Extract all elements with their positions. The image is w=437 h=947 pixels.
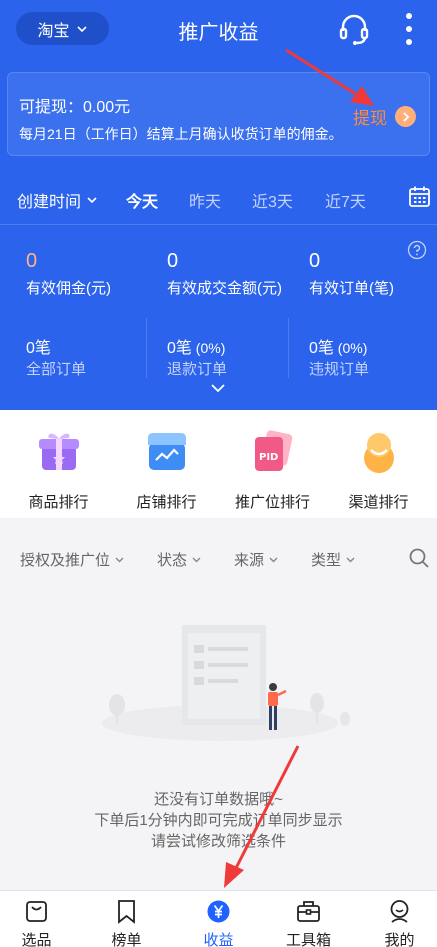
bag-icon	[26, 901, 47, 922]
tab-earnings-label: 收益	[203, 932, 234, 947]
pid-ranking-label: 推广位排行	[234, 494, 310, 511]
commission-label: 有效佣金(元)	[26, 280, 111, 297]
store-ranking-label: 店铺排行	[136, 494, 197, 511]
empty-state-illustration	[102, 625, 350, 741]
divider	[146, 318, 147, 378]
tab-profile-label: 我的	[384, 932, 415, 947]
empty-state-hint: 下单后1分钟内即可完成订单同步显示	[94, 812, 343, 829]
filter-status-label: 状态	[157, 552, 188, 569]
toolbox-icon	[297, 901, 320, 922]
bottom-tab-bar: 选品 榜单 收益 工具箱 我的	[0, 890, 437, 947]
calendar-icon[interactable]	[408, 185, 431, 208]
pid-card-icon: PID	[255, 430, 293, 471]
svg-text:PID: PID	[259, 452, 278, 463]
date-filter-row: 创建时间 今天 昨天 近3天 近7天	[0, 176, 437, 220]
all-orders-count: 0笔	[26, 340, 51, 357]
page-title: 推广收益	[178, 22, 259, 44]
headset-icon[interactable]	[337, 12, 371, 46]
store-icon	[148, 433, 186, 470]
created-time-dropdown[interactable]: 创建时间	[17, 188, 98, 212]
withdraw-button[interactable]: 提现	[353, 104, 416, 129]
gift-box-icon	[39, 433, 79, 470]
chevron-right-icon	[395, 106, 416, 127]
filter-source[interactable]: 来源	[234, 549, 279, 570]
more-options-icon[interactable]	[400, 10, 418, 48]
tab-rankings-label: 榜单	[111, 932, 142, 947]
expand-chevron-icon[interactable]	[211, 383, 225, 393]
tab-toolbox[interactable]: 工具箱	[265, 891, 352, 947]
created-time-label: 创建时间	[17, 194, 82, 211]
tab-profile[interactable]: 我的	[356, 891, 437, 947]
user-icon	[390, 900, 409, 923]
refund-orders-count: 0笔	[167, 340, 192, 357]
empty-state-title: 还没有订单数据哦~	[154, 791, 283, 808]
chevron-down-icon	[192, 557, 201, 563]
product-ranking-label: 商品排行	[28, 494, 89, 511]
filter-type[interactable]: 类型	[311, 549, 356, 570]
filter-authorization[interactable]: 授权及推广位	[20, 549, 125, 570]
withdrawable-amount: 可提现：0.00元	[19, 99, 131, 116]
filter-source-label: 来源	[234, 552, 265, 569]
ranking-tools: 商品排行 店铺排行 PID 推广位排行 渠道排行	[0, 410, 437, 518]
chevron-down-icon	[346, 557, 355, 563]
divider	[288, 318, 289, 378]
refund-orders-value[interactable]: 0笔 (0%)	[167, 334, 225, 358]
avatar-channel-icon	[364, 433, 394, 473]
tab-selection-label: 选品	[21, 932, 52, 947]
search-icon[interactable]	[408, 547, 430, 569]
empty-state-hint-2: 请尝试修改筛选条件	[150, 833, 286, 850]
chevron-down-icon	[115, 557, 124, 563]
refund-orders-label: 退款订单	[167, 361, 228, 378]
date-option-yesterday[interactable]: 昨天	[189, 188, 221, 212]
date-option-3days[interactable]: 近3天	[252, 188, 293, 212]
pid-ranking[interactable]: PID 推广位排行	[218, 410, 327, 518]
violation-orders-count: 0笔	[309, 340, 334, 357]
channel-ranking[interactable]: 渠道排行	[324, 410, 433, 518]
product-ranking[interactable]: 商品排行	[4, 410, 113, 518]
store-ranking[interactable]: 店铺排行	[112, 410, 221, 518]
violation-orders-pct: (0%)	[333, 340, 368, 356]
divider	[0, 224, 437, 225]
order-filter-row: 授权及推广位 状态 来源 类型	[0, 537, 437, 583]
filter-authorization-label: 授权及推广位	[20, 552, 111, 569]
orders-value: 0	[309, 250, 321, 272]
bookmark-icon	[118, 900, 135, 924]
filter-status[interactable]: 状态	[157, 549, 202, 570]
chevron-down-icon	[87, 197, 97, 204]
orders-label: 有效订单(笔)	[309, 280, 394, 297]
tab-toolbox-label: 工具箱	[285, 932, 331, 947]
help-icon[interactable]	[407, 240, 427, 260]
refund-orders-pct: (0%)	[191, 340, 226, 356]
filter-type-label: 类型	[311, 552, 342, 569]
settlement-note: 每月21日（工作日）结算上月确认收货订单的佣金。	[19, 126, 343, 142]
channel-ranking-label: 渠道排行	[348, 494, 409, 511]
date-option-today[interactable]: 今天	[126, 188, 158, 212]
violation-orders-label: 违规订单	[309, 361, 370, 378]
yen-coin-icon	[207, 900, 230, 923]
top-bar: 淘宝 推广收益	[0, 0, 437, 58]
all-orders-label: 全部订单	[26, 361, 87, 378]
withdraw-button-label: 提现	[353, 109, 387, 128]
date-option-7days[interactable]: 近7天	[325, 188, 366, 212]
violation-orders-value[interactable]: 0笔 (0%)	[309, 334, 367, 358]
tab-earnings[interactable]: 收益	[175, 891, 262, 947]
gmv-label: 有效成交金额(元)	[167, 280, 282, 297]
tab-rankings[interactable]: 榜单	[83, 891, 170, 947]
gmv-value: 0	[167, 250, 179, 272]
chevron-down-icon	[269, 557, 278, 563]
commission-value: 0	[26, 250, 38, 272]
tab-selection[interactable]: 选品	[0, 891, 80, 947]
all-orders-value[interactable]: 0笔	[26, 334, 51, 358]
withdraw-card: 可提现：0.00元 每月21日（工作日）结算上月确认收货订单的佣金。 提现	[7, 72, 430, 156]
